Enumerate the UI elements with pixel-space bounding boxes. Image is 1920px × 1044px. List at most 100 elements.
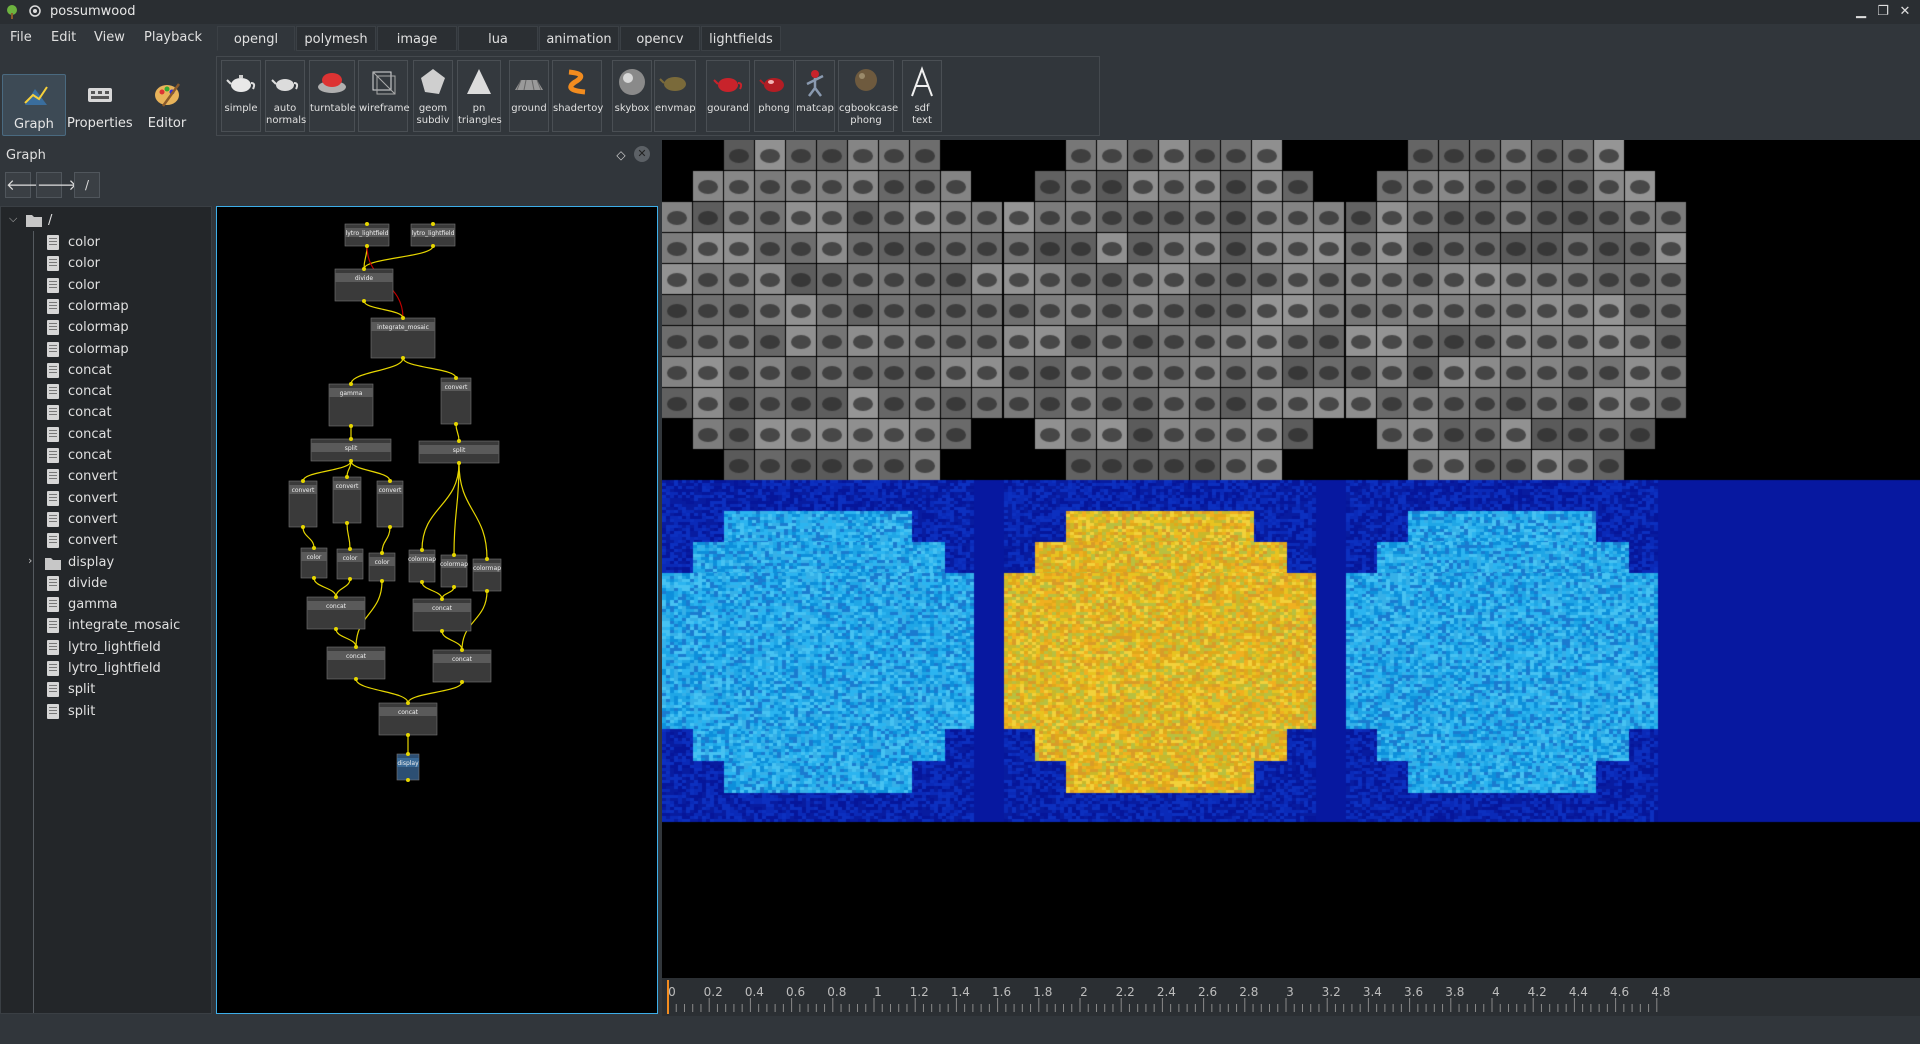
node-port[interactable] <box>334 627 338 631</box>
node-port[interactable] <box>349 382 353 386</box>
node-port[interactable] <box>362 267 366 271</box>
opengl-viewport[interactable] <box>662 140 1920 978</box>
node-port[interactable] <box>388 479 392 483</box>
maximize-icon[interactable]: ❐ <box>1874 3 1892 21</box>
graph-node-convert[interactable]: convert <box>332 475 362 525</box>
node-port[interactable] <box>388 525 392 529</box>
node-port[interactable] <box>380 551 384 555</box>
node-connection[interactable] <box>455 423 460 442</box>
tool-pn-triangles[interactable]: pn triangles <box>457 60 502 132</box>
node-port[interactable] <box>349 459 353 463</box>
graph-node-colormap[interactable]: colormap <box>440 553 468 589</box>
tool-auto-normals[interactable]: auto normals <box>265 60 306 132</box>
node-port[interactable] <box>334 595 338 599</box>
node-port[interactable] <box>460 680 464 684</box>
tab-opengl[interactable]: opengl <box>217 26 295 51</box>
node-connection[interactable] <box>421 462 460 551</box>
node-connection[interactable] <box>346 522 351 550</box>
node-port[interactable] <box>301 525 305 529</box>
node-connection[interactable] <box>421 581 443 600</box>
node-connection[interactable] <box>407 681 463 704</box>
tree-item-split[interactable]: split <box>1 700 211 724</box>
node-port[interactable] <box>365 244 369 248</box>
tool-geom-subdiv[interactable]: geom subdiv <box>413 60 453 132</box>
graph-node-display[interactable]: display <box>396 752 420 782</box>
node-connection[interactable] <box>335 578 351 598</box>
node-port[interactable] <box>354 645 358 649</box>
tab-lightfields[interactable]: lightfields <box>701 26 781 51</box>
node-port[interactable] <box>312 576 316 580</box>
node-port[interactable] <box>460 648 464 652</box>
node-port[interactable] <box>440 629 444 633</box>
node-port[interactable] <box>345 521 349 525</box>
node-port[interactable] <box>349 437 353 441</box>
node-connection[interactable] <box>363 300 404 319</box>
tool-phong[interactable]: phong <box>754 60 794 132</box>
graph-node-concat[interactable]: concat <box>432 648 492 684</box>
node-connection[interactable] <box>313 577 337 598</box>
node-port[interactable] <box>406 778 410 782</box>
node-port[interactable] <box>348 547 352 551</box>
menu-edit[interactable]: Edit <box>51 30 76 45</box>
graph-node-lytro-lightfield[interactable]: lytro_lightfield <box>410 222 456 248</box>
node-port[interactable] <box>431 244 435 248</box>
graph-node-convert[interactable]: convert <box>376 479 404 529</box>
graph-node-colormap[interactable]: colormap <box>408 548 436 584</box>
tab-polymesh[interactable]: polymesh <box>296 26 376 51</box>
node-port[interactable] <box>440 597 444 601</box>
timeline[interactable]: 0 0.2 0.4 0.6 0.8 1 1.2 1.4 1.6 1.8 2 2.2 2.4 2.6 2.8 3… <box>662 978 1920 1016</box>
node-port[interactable] <box>485 557 489 561</box>
node-port[interactable] <box>420 548 424 552</box>
tab-opencv[interactable]: opencv <box>620 26 700 51</box>
graph-node-color[interactable]: color <box>368 551 396 583</box>
tool-sdf-text[interactable]: sdf text <box>902 60 942 132</box>
node-port[interactable] <box>406 733 410 737</box>
graph-node-split[interactable]: split <box>418 439 500 465</box>
graph-node-colormap[interactable]: colormap <box>472 557 502 593</box>
node-port[interactable] <box>420 580 424 584</box>
tool-shadertoy[interactable]: shadertoy <box>552 60 603 132</box>
tool-turntable[interactable]: turntable <box>309 60 356 132</box>
node-port[interactable] <box>354 677 358 681</box>
properties-button[interactable]: Properties <box>67 74 133 136</box>
menu-file[interactable]: File <box>10 30 32 45</box>
node-port[interactable] <box>301 479 305 483</box>
tab-image[interactable]: image <box>377 26 457 51</box>
node-connection[interactable] <box>346 460 352 478</box>
node-connection[interactable] <box>302 526 315 549</box>
forward-button[interactable]: 🡒 <box>36 172 77 198</box>
graph-node-convert[interactable]: convert <box>288 479 318 529</box>
node-port[interactable] <box>457 439 461 443</box>
chevron-right-icon[interactable]: › <box>28 554 32 567</box>
graph-node-integrate-mosaic[interactable]: integrate_mosaic <box>370 316 436 360</box>
node-port[interactable] <box>362 299 366 303</box>
node-connection[interactable] <box>458 462 488 560</box>
menu-playback[interactable]: Playback <box>144 30 202 45</box>
graph-node-concat[interactable]: concat <box>326 645 386 681</box>
node-port[interactable] <box>348 577 352 581</box>
tool-ground[interactable]: ground <box>509 60 549 132</box>
node-connection[interactable] <box>381 526 391 554</box>
graph-node-divide[interactable]: divide <box>334 267 394 303</box>
tool-simple[interactable]: simple <box>221 60 261 132</box>
tool-cgbookcase-phong[interactable]: cgbookcase phong <box>838 60 898 132</box>
dock-float-icon[interactable]: ◇ <box>614 148 628 162</box>
graph-node-color[interactable]: color <box>336 547 364 581</box>
pin-icon[interactable] <box>28 4 42 18</box>
node-port[interactable] <box>431 222 435 226</box>
node-connection[interactable] <box>355 678 409 704</box>
tool-matcap[interactable]: matcap <box>795 60 835 132</box>
path-button[interactable]: / <box>74 172 100 198</box>
minimize-icon[interactable]: ▁ <box>1852 3 1870 21</box>
graph-node-concat[interactable]: concat <box>412 597 472 633</box>
tab-lua[interactable]: lua <box>458 26 538 51</box>
node-port[interactable] <box>349 424 353 428</box>
graph-node-split[interactable]: split <box>310 437 392 463</box>
tool-skybox[interactable]: skybox <box>612 60 652 132</box>
node-connection[interactable] <box>441 586 455 600</box>
graph-node-convert[interactable]: convert <box>440 376 472 426</box>
node-port[interactable] <box>406 701 410 705</box>
node-port[interactable] <box>365 222 369 226</box>
close-icon[interactable]: ✕ <box>1896 3 1914 21</box>
node-port[interactable] <box>380 579 384 583</box>
